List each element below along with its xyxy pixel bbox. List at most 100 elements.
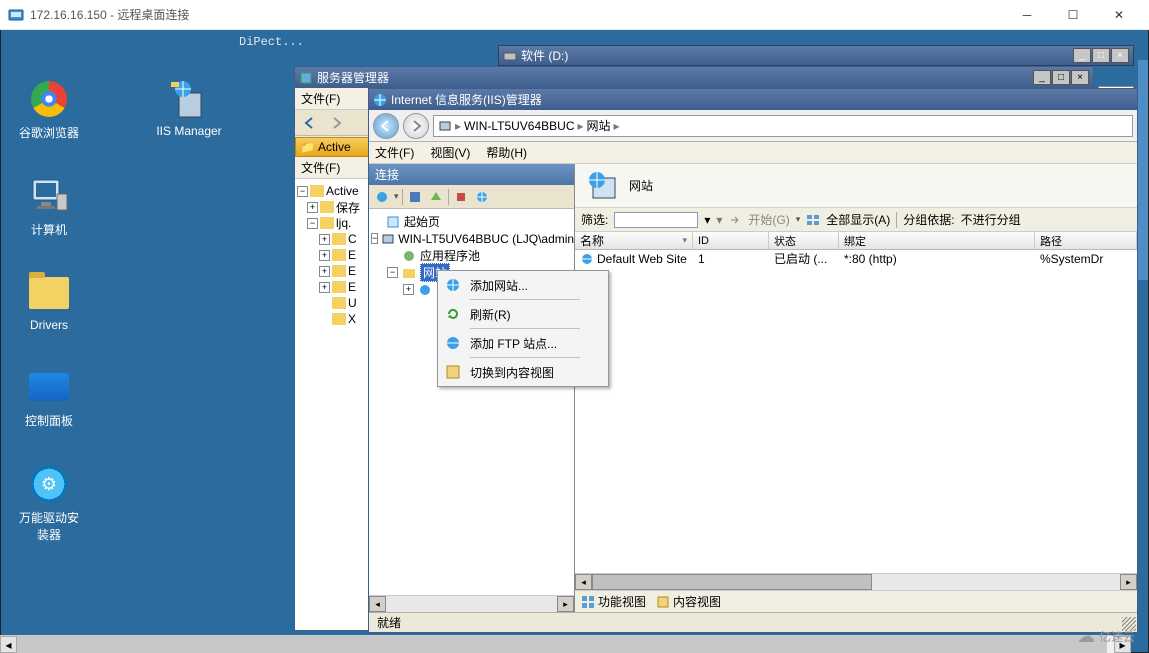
sm-maximize-button[interactable]: □	[1052, 70, 1070, 85]
sm-pane-header[interactable]: 📁 Active	[295, 137, 370, 157]
breadcrumb[interactable]: ▸ WIN-LT5UV64BBUC ▸ 网站 ▸	[433, 115, 1133, 137]
breadcrumb-node[interactable]: 网站	[587, 117, 611, 134]
sm-tree-item[interactable]: +保存	[295, 199, 370, 215]
sm-pane-file-menu[interactable]: 文件(F)	[295, 157, 370, 179]
viewport-h-scrollbar[interactable]: ◂ ▸	[0, 635, 1131, 653]
scroll-thumb[interactable]	[17, 636, 1107, 653]
sm-title: 服务器管理器	[317, 69, 389, 86]
menu-file[interactable]: 文件(F)	[375, 144, 414, 161]
sm-tree-item[interactable]: −ljq.	[295, 215, 370, 231]
view-tabs: 功能视图 内容视图	[575, 590, 1137, 612]
filter-input[interactable]	[614, 212, 698, 228]
tree-collapse-icon[interactable]: −	[387, 267, 398, 278]
ctx-separator	[470, 299, 580, 300]
col-id[interactable]: ID	[693, 232, 769, 249]
scroll-thumb[interactable]	[592, 574, 872, 590]
rdp-titlebar[interactable]: 172.16.16.150 - 远程桌面连接 ─ ☐ ✕	[0, 0, 1149, 30]
show-all-link[interactable]: 全部显示(A)	[826, 211, 890, 228]
rdp-close-button[interactable]: ✕	[1097, 1, 1141, 29]
scroll-left-button[interactable]: ◂	[0, 636, 17, 653]
conn-tool-connect-icon[interactable]	[373, 188, 391, 206]
conn-tool-up-icon[interactable]	[427, 188, 445, 206]
conn-tool-save-icon[interactable]	[406, 188, 424, 206]
conn-tool-globe-icon[interactable]	[473, 188, 491, 206]
iis-nav-row: ▸ WIN-LT5UV64BBUC ▸ 网站 ▸	[369, 110, 1137, 142]
desktop-icon-chrome[interactable]: 谷歌浏览器	[13, 78, 85, 141]
software-window-titlebar[interactable]: 软件 (D:) _ □ ×	[498, 45, 1134, 66]
app-pool-icon	[401, 249, 417, 263]
table-row[interactable]: Default Web Site 1 已启动 (... *:80 (http) …	[575, 250, 1137, 267]
server-manager-icon	[299, 71, 313, 85]
connections-toolbar: ▾	[369, 185, 574, 209]
connections-scrollbar[interactable]: ◂ ▸	[369, 595, 574, 612]
sw-maximize-button[interactable]: □	[1092, 48, 1110, 63]
sm-titlebar[interactable]: 服务器管理器 _ □ ×	[295, 67, 1093, 88]
scroll-right-button[interactable]: ▸	[1120, 574, 1137, 590]
globe-icon	[444, 276, 462, 294]
desktop-icon-control-panel[interactable]: 控制面板	[13, 366, 85, 429]
ctx-switch-view[interactable]: 切换到内容视图	[440, 360, 606, 384]
folder-icon: 📁	[300, 140, 315, 154]
scroll-right-button[interactable]: ▸	[557, 596, 574, 612]
content-view-icon	[656, 595, 670, 609]
tree-server-node[interactable]: − WIN-LT5UV64BBUC (LJQ\admin	[371, 230, 572, 247]
tab-content-view[interactable]: 内容视图	[656, 593, 721, 610]
sm-tree-item[interactable]: +E	[295, 247, 370, 263]
desktop-icon-computer[interactable]: 计算机	[13, 175, 85, 238]
sm-nav-fwd-button[interactable]	[325, 113, 347, 133]
nav-back-button[interactable]	[373, 113, 399, 139]
filter-go[interactable]: 开始(G)	[748, 211, 789, 228]
sm-tree-item[interactable]: U	[295, 295, 370, 311]
tab-feature-view[interactable]: 功能视图	[581, 593, 646, 610]
desktop-icon-drivers[interactable]: Drivers	[13, 272, 85, 332]
desktop-icon-iis-manager[interactable]: IIS Manager	[153, 78, 225, 138]
sm-tree-item[interactable]: +E	[295, 279, 370, 295]
sm-menu-file[interactable]: 文件(F)	[301, 90, 340, 107]
col-name[interactable]: 名称▾	[575, 232, 693, 249]
ctx-add-ftp[interactable]: 添加 FTP 站点...	[440, 331, 606, 355]
list-h-scrollbar[interactable]: ◂ ▸	[575, 573, 1137, 590]
iis-titlebar[interactable]: Internet 信息服务(IIS)管理器	[369, 89, 1137, 110]
sm-close-button[interactable]: ×	[1071, 70, 1089, 85]
rdp-maximize-button[interactable]: ☐	[1051, 1, 1095, 29]
conn-tool-stop-icon[interactable]	[452, 188, 470, 206]
desktop-icon-driver-installer[interactable]: 万能驱动安 装器	[13, 463, 85, 543]
direct-text: DiPect...	[239, 35, 304, 49]
refresh-icon	[444, 305, 462, 323]
tree-expand-icon[interactable]: +	[403, 284, 414, 295]
viewport-v-scroll-thumb[interactable]	[1138, 60, 1148, 280]
tree-start-page[interactable]: 起始页	[371, 213, 572, 230]
group-label: 分组依据:	[903, 211, 954, 228]
globe-icon	[580, 252, 594, 266]
filter-label: 筛选:	[581, 211, 608, 228]
col-binding[interactable]: 绑定	[839, 232, 1035, 249]
software-window-title: 软件 (D:)	[521, 47, 568, 64]
sm-tree-item[interactable]: X	[295, 311, 370, 327]
sm-nav-back-button[interactable]	[299, 113, 321, 133]
connections-tree: 起始页 − WIN-LT5UV64BBUC (LJQ\admin 应用程序池	[369, 209, 574, 595]
ctx-add-website[interactable]: 添加网站...	[440, 273, 606, 297]
scroll-left-button[interactable]: ◂	[575, 574, 592, 590]
sw-close-button[interactable]: ×	[1111, 48, 1129, 63]
ctx-separator	[470, 328, 580, 329]
tree-app-pools[interactable]: 应用程序池	[371, 247, 572, 264]
sm-tree-item[interactable]: −Active	[295, 183, 370, 199]
nav-forward-button[interactable]	[403, 113, 429, 139]
sm-tree-item[interactable]: +C	[295, 231, 370, 247]
sw-minimize-button[interactable]: _	[1073, 48, 1091, 63]
rdp-minimize-button[interactable]: ─	[1005, 1, 1049, 29]
col-status[interactable]: 状态	[769, 232, 839, 249]
col-path[interactable]: 路径	[1035, 232, 1137, 249]
scroll-left-button[interactable]: ◂	[369, 596, 386, 612]
iis-statusbar: 就绪	[369, 612, 1137, 632]
ctx-separator	[470, 357, 580, 358]
menu-view[interactable]: 视图(V)	[430, 144, 470, 161]
sm-minimize-button[interactable]: _	[1033, 70, 1051, 85]
group-value[interactable]: 不进行分组	[961, 211, 1021, 228]
tree-collapse-icon[interactable]: −	[371, 233, 378, 244]
breadcrumb-server[interactable]: WIN-LT5UV64BBUC	[464, 119, 574, 133]
menu-help[interactable]: 帮助(H)	[486, 144, 527, 161]
sm-tree-item[interactable]: +E	[295, 263, 370, 279]
ctx-refresh[interactable]: 刷新(R)	[440, 302, 606, 326]
globe-icon	[417, 283, 433, 297]
